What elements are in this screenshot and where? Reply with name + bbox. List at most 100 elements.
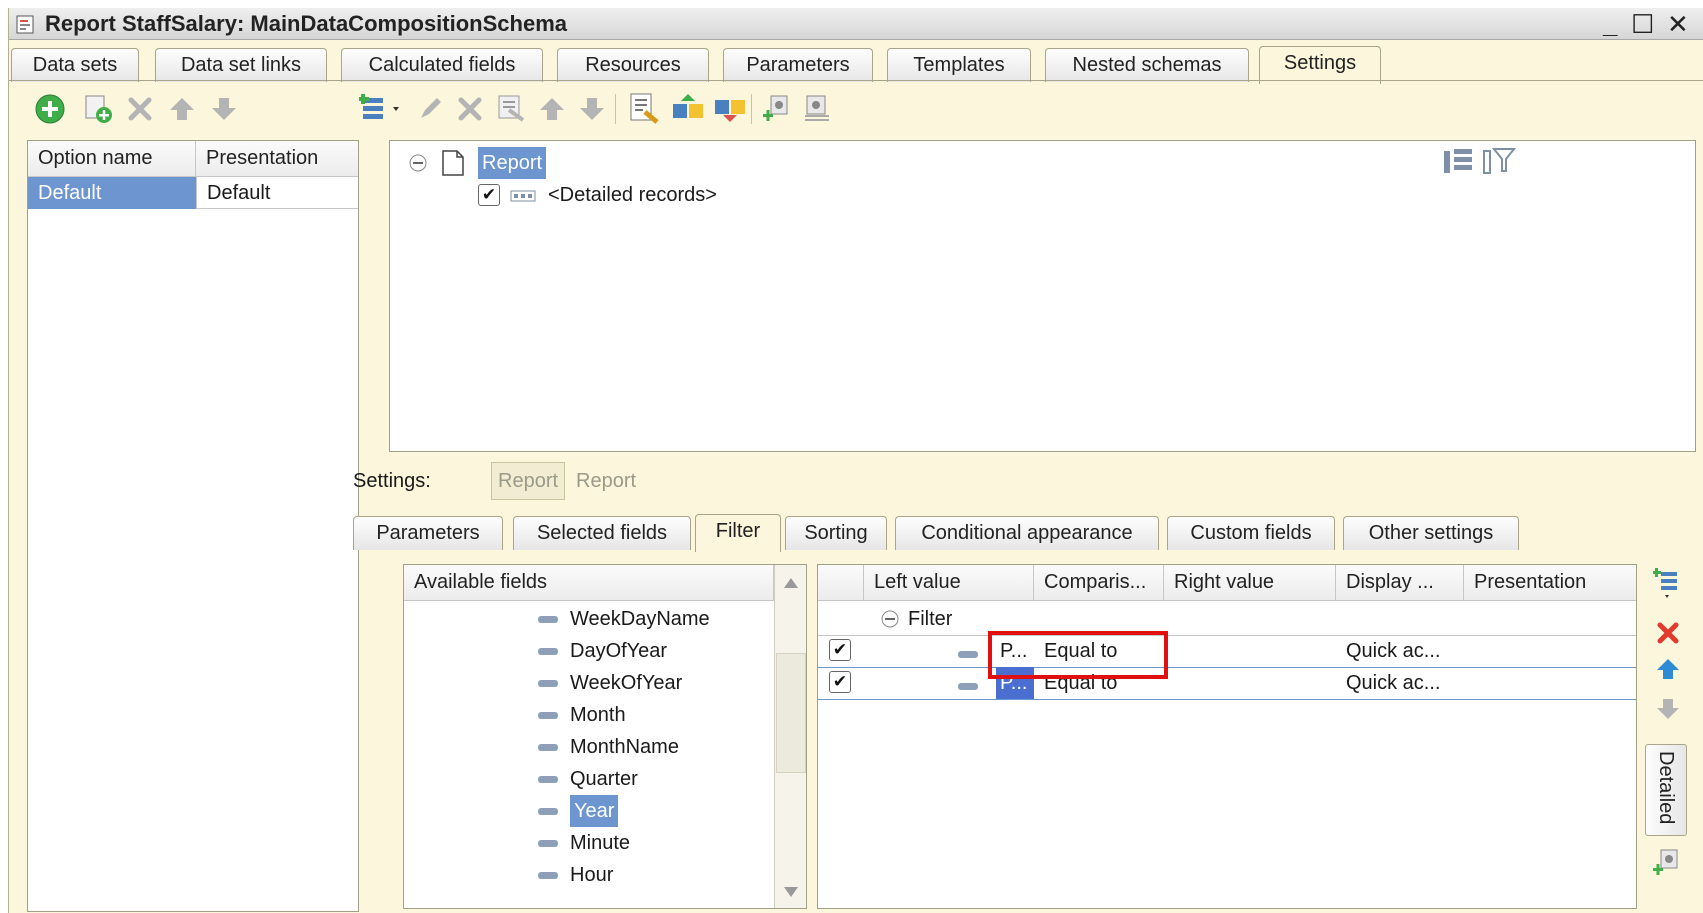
tab-conditional-appearance[interactable]: Conditional appearance: [895, 516, 1159, 550]
delete-filter-item-icon[interactable]: [1655, 620, 1681, 646]
field-quarter[interactable]: Quarter: [538, 763, 638, 795]
tab-sorting[interactable]: Sorting: [785, 516, 887, 550]
report-node[interactable]: Report: [478, 147, 547, 179]
delete-icon[interactable]: [455, 94, 485, 124]
field-year[interactable]: Year: [538, 795, 619, 827]
tab-nested-schemas[interactable]: Nested schemas: [1045, 48, 1249, 82]
schema-tabs: Data sets Data set links Calculated fiel…: [9, 46, 1703, 84]
tab-data-sets[interactable]: Data sets: [11, 48, 139, 82]
add-structure-settings-icon[interactable]: [761, 92, 795, 126]
move-down-icon[interactable]: [209, 94, 239, 124]
filter-row-2-display[interactable]: Quick ac...: [1336, 667, 1464, 699]
settings-label: Settings:: [353, 470, 431, 492]
field-label: WeekDayName: [570, 608, 710, 630]
add-option-icon[interactable]: [33, 92, 67, 126]
field-label: Hour: [570, 864, 614, 886]
tab-calculated-fields[interactable]: Calculated fields: [341, 48, 543, 82]
tab-parameters[interactable]: Parameters: [723, 48, 873, 82]
field-weekofyear[interactable]: WeekOfYear: [538, 667, 682, 699]
tab-custom-fields[interactable]: Custom fields: [1167, 516, 1335, 550]
filter-view-icon[interactable]: [1482, 145, 1516, 175]
field-label: DayOfYear: [570, 640, 668, 662]
collapse-icon[interactable]: [408, 153, 428, 173]
tab-other-settings[interactable]: Other settings: [1343, 516, 1519, 550]
select-settings-icon[interactable]: [627, 92, 661, 126]
filter-group-collapse-icon[interactable]: [880, 609, 900, 629]
field-icon: [538, 872, 558, 880]
tab-templates[interactable]: Templates: [887, 48, 1031, 82]
filter-row-1-checkbox[interactable]: ✔: [829, 639, 851, 661]
detailed-records-checkbox[interactable]: ✔: [478, 184, 500, 206]
ungroup-settings-icon[interactable]: [713, 92, 747, 126]
field-icon: [538, 776, 558, 784]
column-comparison[interactable]: Comparis...: [1034, 565, 1164, 601]
filter-row-1-display[interactable]: Quick ac...: [1336, 635, 1464, 667]
filter-group-node[interactable]: Filter: [908, 603, 952, 635]
column-use[interactable]: [818, 565, 864, 601]
available-fields-header[interactable]: Available fields: [404, 565, 774, 601]
field-hour[interactable]: Hour: [538, 859, 613, 891]
toolbar-separator-2: [751, 94, 752, 124]
move-filter-up-icon[interactable]: [1655, 656, 1681, 682]
field-icon: [538, 808, 558, 816]
structure-settings-icon[interactable]: [801, 92, 835, 126]
field-minute[interactable]: Minute: [538, 827, 630, 859]
field-month[interactable]: Month: [538, 699, 626, 731]
maximize-button[interactable]: ☐: [1631, 8, 1654, 40]
report-node-icon: [442, 150, 464, 176]
structure-view-icon[interactable]: [1442, 145, 1476, 175]
column-left-value[interactable]: Left value: [864, 565, 1034, 601]
tab-data-set-links[interactable]: Data set links: [155, 48, 327, 82]
field-dayofyear[interactable]: DayOfYear: [538, 635, 667, 667]
option-presentation-cell[interactable]: Default: [196, 177, 358, 209]
detailed-records-node[interactable]: <Detailed records>: [548, 179, 717, 211]
filter-table: Left value Comparis... Right value Displ…: [817, 564, 1637, 909]
detailed-toggle-button[interactable]: Detailed: [1645, 744, 1687, 836]
edit-icon[interactable]: [415, 94, 445, 124]
settings-report-value: Report: [576, 470, 637, 492]
column-right-value[interactable]: Right value: [1164, 565, 1336, 601]
options-table: Option name Presentation Default Default: [27, 140, 359, 912]
column-presentation[interactable]: Presentation: [196, 141, 358, 177]
tab-filter[interactable]: Filter: [695, 514, 781, 552]
move-item-down-icon[interactable]: [577, 94, 607, 124]
tab-settings[interactable]: Settings: [1259, 46, 1381, 84]
delete-option-icon[interactable]: [125, 94, 155, 124]
settings-report-button[interactable]: Report: [491, 462, 566, 500]
close-button[interactable]: ✕: [1667, 8, 1689, 40]
clear-icon[interactable]: [495, 92, 527, 124]
column-display[interactable]: Display ...: [1336, 565, 1464, 601]
scrollbar-thumb[interactable]: [776, 653, 806, 773]
column-option-name[interactable]: Option name: [28, 141, 196, 177]
available-fields-list: Available fields WeekDayName DayOfYear W…: [403, 564, 807, 909]
minimize-button[interactable]: _: [1603, 8, 1617, 40]
filter-row-2-checkbox[interactable]: ✔: [829, 671, 851, 693]
column-presentation-filter[interactable]: Presentation: [1464, 565, 1636, 601]
field-monthname[interactable]: MonthName: [538, 731, 679, 763]
option-name-cell[interactable]: Default: [28, 177, 196, 209]
field-icon: [538, 712, 558, 720]
row-divider: [818, 667, 1636, 668]
tab-resources[interactable]: Resources: [557, 48, 709, 82]
field-weekdayname[interactable]: WeekDayName: [538, 603, 710, 635]
field-icon: [958, 683, 978, 690]
settings-structure-tree: Report ✔ <Detailed records>: [389, 140, 1696, 452]
add-filter-item-icon[interactable]: [1653, 566, 1681, 600]
move-item-up-icon[interactable]: [537, 94, 567, 124]
scroll-up-icon[interactable]: [783, 577, 799, 589]
highlight-box: [988, 631, 1168, 679]
group-settings-icon[interactable]: [671, 92, 705, 126]
scroll-down-icon[interactable]: [783, 886, 799, 898]
copy-option-icon[interactable]: [81, 92, 115, 126]
add-filter-group-icon[interactable]: [1651, 846, 1683, 880]
move-up-icon[interactable]: [167, 94, 197, 124]
toolbar-separator: [615, 94, 616, 124]
tab-parameters-settings[interactable]: Parameters: [353, 516, 503, 550]
field-label: WeekOfYear: [570, 672, 683, 694]
move-filter-down-icon[interactable]: [1655, 696, 1681, 722]
available-fields-scrollbar[interactable]: [774, 565, 806, 908]
field-icon: [538, 616, 558, 624]
add-grouping-icon[interactable]: [359, 92, 403, 126]
title-bar: Report StaffSalary: MainDataCompositionS…: [9, 8, 1703, 40]
tab-selected-fields[interactable]: Selected fields: [513, 516, 691, 550]
